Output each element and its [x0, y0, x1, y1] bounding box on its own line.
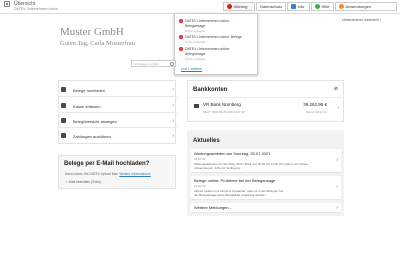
notification-title: DATEV Unternehmen online: Belege — [185, 35, 242, 39]
company-name: Muster GmbH — [60, 26, 124, 38]
notification-status: Nicht verfügbar — [185, 29, 206, 33]
news-more-item[interactable]: Weitere Meldungen... › — [191, 203, 341, 213]
news-date: 15.07.21 — [194, 157, 206, 161]
notification-status: Nicht verfügbar — [185, 40, 206, 44]
news-item[interactable]: Wartungsarbeiten am Sonntag, 25.07.2021 … — [191, 149, 341, 173]
notification-title-2: Belegansage — [185, 52, 206, 56]
chevron-right-icon: › — [336, 184, 338, 190]
notification-title: DATEV Unternehmen online: — [185, 19, 230, 23]
eye-slash-icon[interactable]: ⊘ — [334, 86, 338, 92]
email-upload-text: Dann nutzen Sie DATEV Upload Mail. Weite… — [65, 172, 151, 176]
chevron-right-icon: › — [336, 157, 338, 163]
bank-accounts-card: Bankkonten ⊘ VR Bank Nürnberg DE07 7606 … — [187, 80, 345, 122]
notifications-dropdown: ! DATEV Unternehmen online: Belegansage … — [174, 13, 258, 75]
news-title: Aktuelles — [193, 138, 220, 144]
chevron-right-icon: › — [336, 205, 338, 211]
apps-icon — [339, 4, 344, 9]
cash-icon — [61, 103, 66, 108]
search-icon — [170, 62, 174, 66]
chevron-right-icon: › — [172, 103, 174, 109]
alert-icon: ! — [179, 19, 183, 23]
alert-icon: ! — [179, 35, 183, 39]
notification-title: DATEV Unternehmen online: — [185, 47, 230, 51]
nav-anwendungen-label: Anwendungen — [345, 4, 372, 9]
bank-icon — [194, 104, 199, 108]
nav-info-button[interactable]: Info — [287, 2, 310, 11]
company-switch-label: Unternehmen wechseln — [342, 18, 379, 22]
chevron-right-icon: › — [172, 133, 174, 139]
payment-icon — [61, 133, 66, 138]
bank-iban: DE07 7606 0618 0000 5647 42 — [203, 110, 245, 114]
documents-icon — [61, 118, 66, 123]
search-input[interactable]: In Belegen suchen — [131, 60, 176, 67]
setup-toggle[interactable]: ↗ Jetzt einrichten (2 min) — [65, 180, 101, 184]
nav-hilfe-label: Hilfe — [321, 4, 330, 9]
email-upload-card: Belege per E-Mail hochladen? Dann nutzen… — [58, 155, 176, 189]
chevron-right-icon: › — [172, 118, 174, 124]
overview-logo-icon — [4, 1, 10, 7]
alert-icon — [227, 4, 232, 9]
action-label: Belegübersicht anzeigen — [73, 119, 117, 124]
nav-anwendungen-button[interactable]: Anwendungen — [335, 2, 397, 11]
action-kasse-erfassen[interactable]: Kasse erfassen › — [59, 98, 177, 113]
news-date: 15.07.21 — [194, 184, 206, 188]
top-bar: Übersicht DATEV Unternehmen online Störu… — [0, 0, 400, 14]
news-item[interactable]: Belege online: Probleme bei der Belegans… — [191, 176, 341, 200]
nav-datenschutz-label: Datenschutz — [260, 4, 283, 9]
divider — [188, 97, 345, 98]
news-panel: Aktuelles Wartungsarbeiten am Sonntag, 2… — [187, 130, 344, 216]
action-belege-hochladen[interactable]: Belege hochladen › — [59, 82, 177, 97]
nav-stoerung-label: Störung — [233, 4, 248, 9]
nav-stoerung-button[interactable]: Störung — [223, 2, 255, 11]
toggle-icon: ↗ — [65, 180, 68, 184]
action-beleguebersicht[interactable]: Belegübersicht anzeigen › — [59, 113, 177, 128]
action-label: Kasse erfassen — [73, 104, 101, 109]
bank-amount: 39.262,98 € — [303, 102, 327, 107]
notifications-more-link[interactable]: und 1 weitere — [181, 67, 202, 71]
nav-datenschutz-button[interactable]: Datenschutz — [256, 2, 286, 11]
help-icon — [315, 4, 320, 9]
nav-info-label: Info — [297, 4, 305, 9]
email-upload-title: Belege per E-Mail hochladen? — [64, 161, 150, 167]
action-label: Belege hochladen — [73, 88, 106, 93]
quick-actions-card: Belege hochladen › Kasse erfassen › Bele… — [58, 80, 177, 144]
email-upload-description: Dann nutzen Sie DATEV Upload Mail. — [65, 172, 119, 176]
nav-hilfe-button[interactable]: Hilfe — [311, 2, 334, 11]
action-label: Zahlungen ausführen — [73, 134, 111, 139]
news-heading: Wartungsarbeiten am Sonntag, 25.07.2021 — [194, 151, 271, 156]
bank-date: Stand: 29.03.21 — [305, 110, 327, 114]
news-text-2: der Belegansage keine Belegbilder angeze… — [194, 193, 268, 197]
company-switch-link[interactable]: Unternehmen wechseln › — [342, 18, 381, 22]
notification-status: Nicht verfügbar — [185, 57, 206, 61]
action-zahlungen[interactable]: Zahlungen ausführen › — [59, 128, 177, 143]
greeting-text: Guten Tag, Carla Musterfrau — [60, 40, 135, 47]
news-heading: Weitere Meldungen... — [194, 205, 232, 210]
search-placeholder: In Belegen suchen — [134, 62, 159, 66]
news-text-2: Anwendungen nicht zur Verfügung... — [194, 166, 243, 170]
bank-name: VR Bank Nürnberg — [203, 102, 241, 107]
chevron-right-icon: › — [337, 105, 339, 111]
chevron-right-icon: › — [172, 87, 174, 93]
notification-title-2: Belegansage — [185, 24, 206, 28]
alert-icon: ! — [179, 47, 183, 51]
info-icon — [291, 4, 296, 9]
news-heading: Belege online: Probleme bei der Belegans… — [194, 178, 276, 183]
bank-title: Bankkonten — [193, 87, 228, 93]
app-subtitle: DATEV Unternehmen online — [14, 7, 58, 11]
plus-icon — [61, 87, 66, 92]
setup-label: Jetzt einrichten (2 min) — [68, 180, 101, 184]
more-info-link[interactable]: Weitere Informationen — [119, 172, 150, 176]
chevron-right-icon: › — [379, 18, 381, 22]
